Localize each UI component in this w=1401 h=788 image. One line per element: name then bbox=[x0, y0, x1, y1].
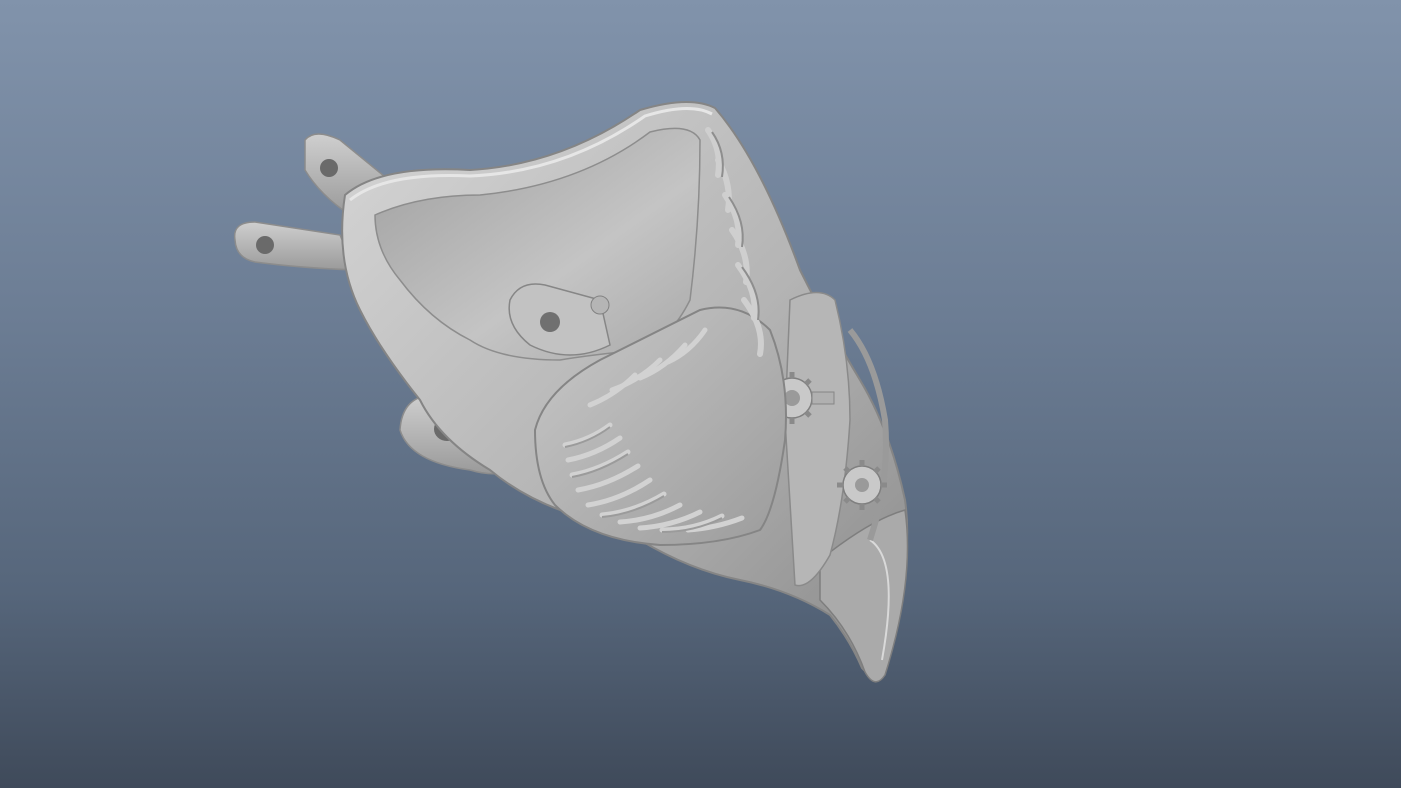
mask-model-render[interactable] bbox=[0, 0, 1401, 788]
3d-viewport[interactable] bbox=[0, 0, 1401, 788]
mounting-tab-left[interactable] bbox=[233, 221, 357, 271]
